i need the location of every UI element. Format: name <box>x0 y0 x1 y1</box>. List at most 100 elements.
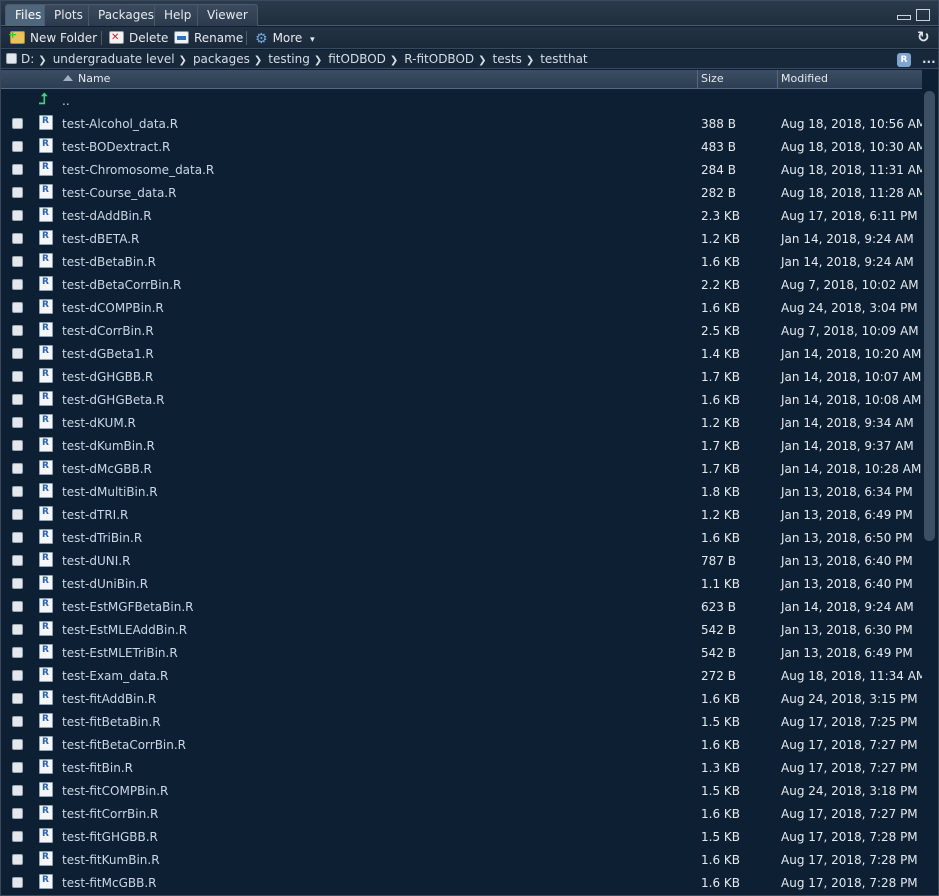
column-divider[interactable] <box>697 70 698 89</box>
file-name-link[interactable]: test-fitBetaCorrBin.R <box>62 738 186 752</box>
file-name-link[interactable]: test-fitBetaBin.R <box>62 715 161 729</box>
file-checkbox[interactable] <box>12 256 23 267</box>
file-row[interactable]: test-dCorrBin.R 2.5 KB Aug 7, 2018, 10:09 … <box>1 320 922 343</box>
file-row[interactable]: test-fitBin.R 1.3 KB Aug 17, 2018, 7:27 PM <box>1 757 922 780</box>
tab-plots[interactable]: Plots <box>44 4 93 26</box>
file-checkbox[interactable] <box>12 118 23 129</box>
file-name-link[interactable]: test-dGHGBeta.R <box>62 393 164 407</box>
file-name-link[interactable]: test-dBetaBin.R <box>62 255 156 269</box>
file-row[interactable]: test-dKUM.R 1.2 KB Jan 14, 2018, 9:34 AM <box>1 412 922 435</box>
file-row[interactable]: test-dKumBin.R 1.7 KB Jan 14, 2018, 9:37 A… <box>1 435 922 458</box>
file-row[interactable]: test-dTriBin.R 1.6 KB Jan 13, 2018, 6:50 P… <box>1 527 922 550</box>
file-row[interactable]: test-fitGHGBB.R 1.5 KB Aug 17, 2018, 7:28 … <box>1 826 922 849</box>
breadcrumb-item[interactable]: undergraduate level <box>53 52 175 66</box>
breadcrumb-item[interactable]: D: <box>21 52 34 66</box>
file-checkbox[interactable] <box>12 348 23 359</box>
file-name-link[interactable]: test-Course_data.R <box>62 186 176 200</box>
file-checkbox[interactable] <box>12 716 23 727</box>
breadcrumb-item[interactable]: packages <box>193 52 250 66</box>
file-name-link[interactable]: test-dAddBin.R <box>62 209 152 223</box>
file-checkbox[interactable] <box>12 555 23 566</box>
file-row[interactable]: test-BODextract.R 483 B Aug 18, 2018, 10:3… <box>1 136 922 159</box>
file-checkbox[interactable] <box>12 647 23 658</box>
file-checkbox[interactable] <box>12 210 23 221</box>
file-row[interactable]: test-Alcohol_data.R 388 B Aug 18, 2018, 10… <box>1 113 922 136</box>
file-name-link[interactable]: test-EstMLETriBin.R <box>62 646 178 660</box>
file-checkbox[interactable] <box>12 578 23 589</box>
column-header-modified[interactable]: Modified <box>781 70 828 89</box>
file-checkbox[interactable] <box>12 187 23 198</box>
select-all-checkbox[interactable] <box>6 53 17 64</box>
file-name-link[interactable]: test-Chromosome_data.R <box>62 163 214 177</box>
file-name-link[interactable]: test-dMultiBin.R <box>62 485 158 499</box>
file-row[interactable]: test-dTRI.R 1.2 KB Jan 13, 2018, 6:49 PM <box>1 504 922 527</box>
new-folder-button[interactable]: New Folder <box>8 26 97 47</box>
rename-button[interactable]: Rename <box>174 29 243 47</box>
file-checkbox[interactable] <box>12 601 23 612</box>
breadcrumb-item[interactable]: tests <box>493 52 522 66</box>
file-checkbox[interactable] <box>12 279 23 290</box>
delete-button[interactable]: Delete <box>109 29 168 47</box>
file-row[interactable]: test-dBetaBin.R 1.6 KB Jan 14, 2018, 9:24 … <box>1 251 922 274</box>
file-row[interactable]: test-dGHGBB.R 1.7 KB Jan 14, 2018, 10:07 A… <box>1 366 922 389</box>
parent-directory-row[interactable]: ⮥ .. <box>1 90 922 113</box>
tab-packages[interactable]: Packages <box>88 4 164 26</box>
column-header-size[interactable]: Size <box>701 70 724 89</box>
file-checkbox[interactable] <box>12 233 23 244</box>
breadcrumb-item[interactable]: fitODBOD <box>328 52 386 66</box>
parent-directory-link[interactable]: .. <box>62 94 70 108</box>
tab-viewer[interactable]: Viewer <box>197 4 258 26</box>
file-name-link[interactable]: test-fitKumBin.R <box>62 853 160 867</box>
file-name-link[interactable]: test-dKumBin.R <box>62 439 155 453</box>
file-row[interactable]: test-fitBetaCorrBin.R 1.6 KB Aug 17, 2018,… <box>1 734 922 757</box>
column-divider[interactable] <box>777 70 778 89</box>
file-name-link[interactable]: test-Exam_data.R <box>62 669 168 683</box>
file-row[interactable]: test-dAddBin.R 2.3 KB Aug 17, 2018, 6:11 P… <box>1 205 922 228</box>
file-name-link[interactable]: test-dTRI.R <box>62 508 128 522</box>
file-name-link[interactable]: test-dUNI.R <box>62 554 130 568</box>
file-row[interactable]: test-fitAddBin.R 1.6 KB Aug 24, 2018, 3:15… <box>1 688 922 711</box>
file-name-link[interactable]: test-dBetaCorrBin.R <box>62 278 181 292</box>
file-name-link[interactable]: test-Alcohol_data.R <box>62 117 178 131</box>
file-row[interactable]: test-dUniBin.R 1.1 KB Jan 13, 2018, 6:40 P… <box>1 573 922 596</box>
file-checkbox[interactable] <box>12 509 23 520</box>
file-row[interactable]: test-fitCorrBin.R 1.6 KB Aug 17, 2018, 7:2… <box>1 803 922 826</box>
file-name-link[interactable]: test-dGBeta1.R <box>62 347 154 361</box>
file-row[interactable]: test-fitCOMPBin.R 1.5 KB Aug 24, 2018, 3:1… <box>1 780 922 803</box>
file-row[interactable]: test-EstMLETriBin.R 542 B Jan 13, 2018, 6:… <box>1 642 922 665</box>
file-row[interactable]: test-dMultiBin.R 1.8 KB Jan 13, 2018, 6:34… <box>1 481 922 504</box>
file-name-link[interactable]: test-dGHGBB.R <box>62 370 153 384</box>
minimize-icon[interactable] <box>897 15 911 20</box>
breadcrumb-more-button[interactable]: ... <box>922 52 936 66</box>
file-name-link[interactable]: test-dMcGBB.R <box>62 462 152 476</box>
file-name-link[interactable]: test-dCOMPBin.R <box>62 301 164 315</box>
file-row[interactable]: test-dBETA.R 1.2 KB Jan 14, 2018, 9:24 AM <box>1 228 922 251</box>
breadcrumb-item[interactable]: testing <box>268 52 310 66</box>
file-checkbox[interactable] <box>12 624 23 635</box>
file-name-link[interactable]: test-fitCorrBin.R <box>62 807 158 821</box>
vertical-scrollbar[interactable] <box>922 89 938 895</box>
file-name-link[interactable]: test-fitMcGBB.R <box>62 876 157 890</box>
file-checkbox[interactable] <box>12 394 23 405</box>
file-row[interactable]: test-fitBetaBin.R 1.5 KB Aug 17, 2018, 7:2… <box>1 711 922 734</box>
file-checkbox[interactable] <box>12 532 23 543</box>
file-row[interactable]: test-dMcGBB.R 1.7 KB Jan 14, 2018, 10:28 A… <box>1 458 922 481</box>
file-row[interactable]: test-dUNI.R 787 B Jan 13, 2018, 6:40 PM <box>1 550 922 573</box>
file-name-link[interactable]: test-dCorrBin.R <box>62 324 154 338</box>
file-checkbox[interactable] <box>12 325 23 336</box>
file-name-link[interactable]: test-fitAddBin.R <box>62 692 156 706</box>
refresh-icon[interactable]: ↻ <box>917 28 930 46</box>
tab-help[interactable]: Help <box>154 4 202 26</box>
file-row[interactable]: test-fitKumBin.R 1.6 KB Aug 17, 2018, 7:28… <box>1 849 922 872</box>
file-row[interactable]: test-dGHGBeta.R 1.6 KB Jan 14, 2018, 10:08… <box>1 389 922 412</box>
column-header-name[interactable]: Name <box>63 70 110 89</box>
file-checkbox[interactable] <box>12 371 23 382</box>
file-checkbox[interactable] <box>12 302 23 313</box>
scrollbar-thumb[interactable] <box>924 91 935 541</box>
file-name-link[interactable]: test-fitGHGBB.R <box>62 830 158 844</box>
file-row[interactable]: test-Exam_data.R 272 B Aug 18, 2018, 11:34… <box>1 665 922 688</box>
file-name-link[interactable]: test-EstMGFBetaBin.R <box>62 600 193 614</box>
breadcrumb-item[interactable]: testthat <box>540 52 587 66</box>
file-row[interactable]: test-Course_data.R 282 B Aug 18, 2018, 11:… <box>1 182 922 205</box>
file-name-link[interactable]: test-BODextract.R <box>62 140 170 154</box>
